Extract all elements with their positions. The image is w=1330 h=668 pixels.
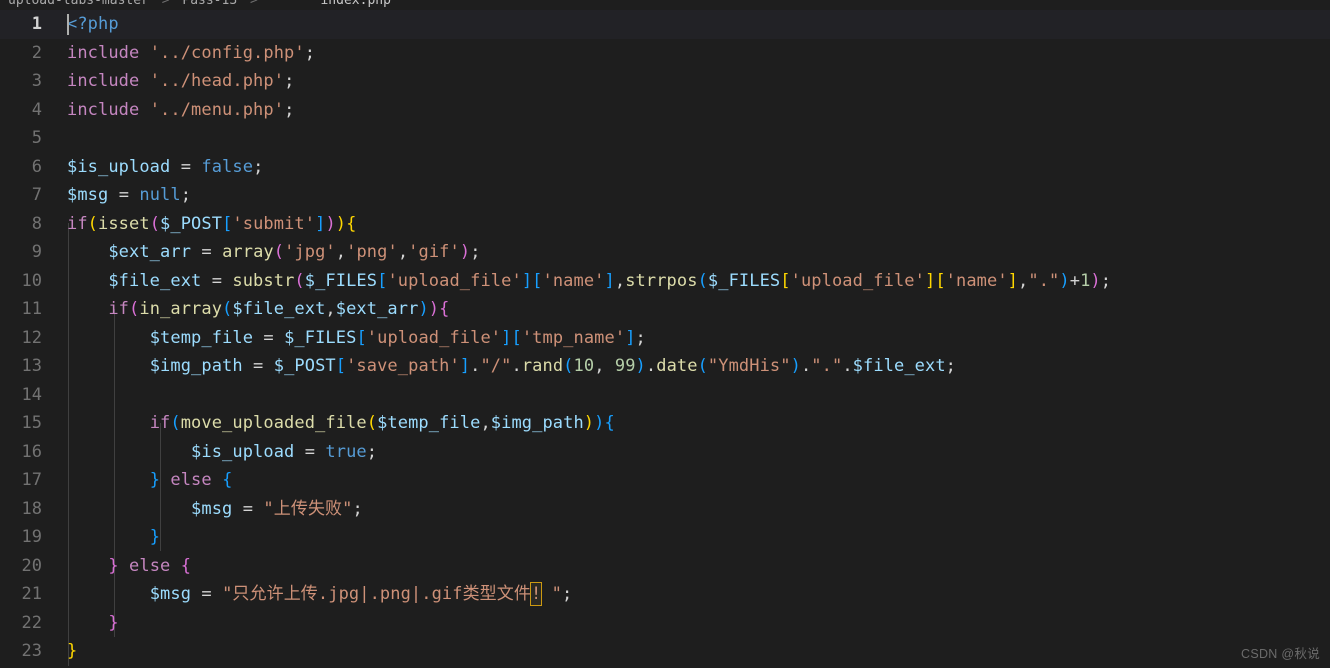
code-line-18[interactable]: 18 $msg = "上传失败";: [0, 495, 1330, 524]
line-number: 20: [21, 555, 42, 576]
line-number: 14: [21, 384, 42, 405]
line-number: 17: [21, 470, 42, 490]
code-line-10[interactable]: 10 $file_ext = substr($_FILES['upload_fi…: [0, 267, 1330, 296]
code-line-6[interactable]: 6 $is_upload = false;: [0, 153, 1330, 182]
code-text: if(move_uploaded_file($temp_file,$img_pa…: [149, 413, 615, 433]
code-editor[interactable]: 1 <?php 2 include '../config.php'; 3 inc…: [0, 10, 1330, 668]
line-number: 4: [31, 99, 42, 120]
code-text: $msg = null;: [67, 185, 192, 205]
line-number: 6: [31, 156, 42, 177]
line-number: 3: [31, 71, 42, 91]
code-text: include '../head.php';: [67, 71, 295, 91]
code-text: <?php: [67, 14, 119, 34]
line-number: 15: [21, 413, 42, 433]
code-text: } else {: [108, 555, 192, 576]
code-text: $temp_file = $_FILES['upload_file']['tmp…: [149, 327, 646, 348]
line-number: 9: [31, 242, 42, 262]
line-number: 18: [21, 498, 42, 519]
breadcrumb-segment-root[interactable]: upload-labs-master: [8, 0, 149, 8]
code-line-2[interactable]: 2 include '../config.php';: [0, 39, 1330, 68]
line-number: 21: [21, 584, 42, 604]
line-number: 23: [21, 641, 42, 661]
line-number: 10: [21, 270, 42, 291]
line-number: 8: [31, 213, 42, 234]
breadcrumb-separator-icon: >: [161, 0, 170, 8]
line-number: 16: [21, 441, 42, 462]
code-line-12[interactable]: 12 $temp_file = $_FILES['upload_file']['…: [0, 324, 1330, 353]
line-number: 7: [31, 185, 42, 205]
code-text: if(in_array($file_ext,$ext_arr)){: [108, 299, 450, 319]
code-text: }: [67, 641, 78, 661]
code-text: $msg = "上传失败";: [191, 498, 363, 519]
code-text: if(isset($_POST['submit'])){: [67, 213, 357, 234]
code-line-17[interactable]: 17 } else {: [0, 466, 1330, 495]
code-line-15[interactable]: 15 if(move_uploaded_file($temp_file,$img…: [0, 409, 1330, 438]
code-text: $is_upload = false;: [67, 156, 264, 177]
breadcrumb[interactable]: upload-labs-master > Pass-13 > index.php: [0, 0, 1330, 10]
line-number: 1: [31, 14, 42, 34]
code-text: $is_upload = true;: [191, 441, 378, 462]
code-line-21[interactable]: 21 $msg = "只允许上传.jpg|.png|.gif类型文件! ";: [0, 580, 1330, 609]
breadcrumb-separator-icon-2: >: [250, 0, 258, 8]
line-number: 5: [31, 128, 42, 148]
code-line-5[interactable]: 5: [0, 124, 1330, 153]
breadcrumb-segment-file[interactable]: index.php: [320, 0, 390, 8]
code-line-22[interactable]: 22 }: [0, 609, 1330, 638]
line-number: 22: [21, 612, 42, 633]
code-text: include '../config.php';: [67, 42, 316, 63]
code-line-3[interactable]: 3 include '../head.php';: [0, 67, 1330, 96]
code-line-13[interactable]: 13 $img_path = $_POST['save_path']."/".r…: [0, 352, 1330, 381]
code-line-23[interactable]: 23 }: [0, 637, 1330, 666]
code-text: $file_ext = substr($_FILES['upload_file'…: [108, 270, 1112, 291]
find-match-highlight[interactable]: !: [529, 582, 543, 606]
code-text: $img_path = $_POST['save_path']."/".rand…: [149, 356, 957, 376]
breadcrumb-segment-folder[interactable]: Pass-13: [182, 0, 237, 8]
code-line-20[interactable]: 20 } else {: [0, 552, 1330, 581]
code-text: } else {: [149, 470, 233, 490]
code-text: $msg = "只允许上传.jpg|.png|.gif类型文件! ";: [149, 582, 573, 606]
line-number: 19: [21, 527, 42, 547]
code-text: $ext_arr = array('jpg','png','gif');: [108, 242, 481, 262]
text-caret: [67, 14, 69, 35]
code-text: }: [149, 527, 161, 547]
code-line-11[interactable]: 11 if(in_array($file_ext,$ext_arr)){: [0, 295, 1330, 324]
line-number: 2: [31, 42, 42, 63]
code-line-16[interactable]: 16 $is_upload = true;: [0, 438, 1330, 467]
code-line-1[interactable]: 1 <?php: [0, 10, 1330, 39]
line-number: 13: [21, 356, 42, 376]
code-line-14[interactable]: 14: [0, 381, 1330, 410]
code-line-7[interactable]: 7 $msg = null;: [0, 181, 1330, 210]
watermark: CSDN @秋说: [1241, 647, 1320, 661]
code-text: }: [108, 612, 119, 633]
code-line-9[interactable]: 9 $ext_arr = array('jpg','png','gif');: [0, 238, 1330, 267]
line-number: 12: [21, 327, 42, 348]
code-line-8[interactable]: 8 if(isset($_POST['submit'])){: [0, 210, 1330, 239]
code-line-19[interactable]: 19 }: [0, 523, 1330, 552]
code-line-4[interactable]: 4 include '../menu.php';: [0, 96, 1330, 125]
line-number: 11: [21, 299, 42, 319]
code-text: include '../menu.php';: [67, 99, 295, 120]
